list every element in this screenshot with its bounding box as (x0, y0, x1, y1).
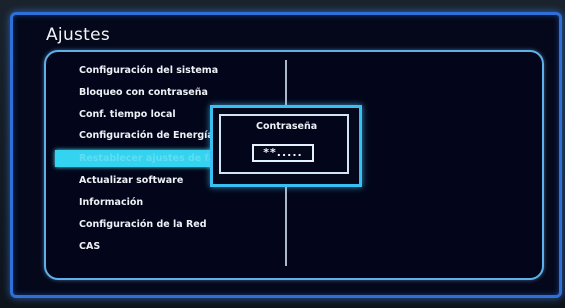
menu-item-energy-settings[interactable]: Configuración de Energía (79, 127, 214, 145)
menu-item-local-time[interactable]: Conf. tiempo local (79, 106, 176, 124)
password-dialog-title: Contraseña (256, 121, 318, 132)
menu-item-cas[interactable]: CAS (79, 238, 100, 256)
menu-item-software-update[interactable]: Actualizar software (79, 172, 183, 190)
menu-item-network-settings[interactable]: Configuración de la Red (79, 216, 207, 234)
menu-item-information[interactable]: Información (79, 194, 143, 212)
menu-item-system-settings[interactable]: Configuración del sistema (79, 62, 218, 80)
password-input[interactable]: **..... (252, 144, 314, 162)
tv-screen: Ajustes Configuración del sistema Bloque… (0, 0, 565, 308)
page-title: Ajustes (46, 25, 111, 45)
menu-item-password-lock[interactable]: Bloqueo con contraseña (79, 84, 208, 102)
